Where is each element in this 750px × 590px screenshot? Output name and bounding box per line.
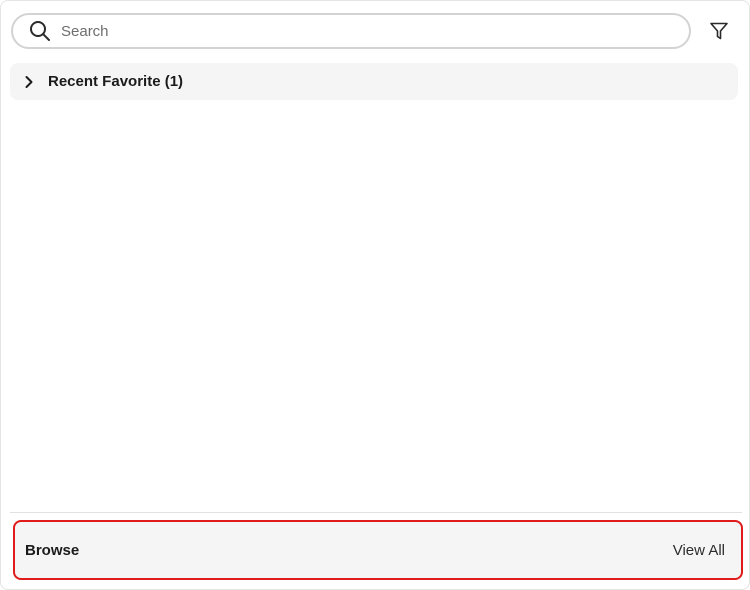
search-input[interactable] [61,22,641,40]
section-title: Recent Favorite (1) [48,73,184,90]
filter-button[interactable] [707,19,731,43]
browse-bar: Browse View All [13,520,743,580]
favorites-panel: Recent Favorite (1) Browse View All [0,0,750,590]
view-all-link[interactable]: View All [673,542,725,559]
search-row [11,13,741,49]
search-box[interactable] [11,13,691,49]
divider [10,512,742,513]
filter-icon [709,21,729,41]
section-recent-favorite[interactable]: Recent Favorite (1) [10,63,738,100]
chevron-right-icon [22,75,36,89]
search-icon [29,20,51,42]
browse-label: Browse [25,541,80,559]
